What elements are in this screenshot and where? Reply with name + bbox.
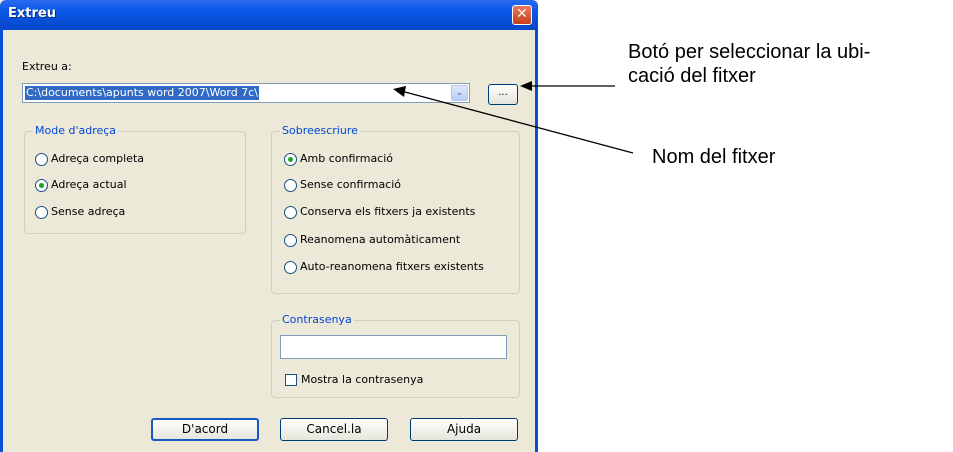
ok-button[interactable]: D'acord [151, 418, 259, 441]
chevron-down-icon: ⌄ [455, 88, 464, 98]
radio-button-icon [284, 206, 297, 219]
filename-annotation: Nom del fitxer [652, 146, 776, 168]
radio-label: Conserva els fitxers ja existents [300, 205, 476, 218]
radio-label: Adreça actual [51, 178, 127, 191]
window-frame-left [0, 30, 3, 452]
radio-dot-icon [288, 157, 293, 162]
close-button[interactable]: ✕ [512, 5, 532, 25]
extract-to-label: Extreu a: [22, 60, 72, 73]
dialog-title: Extreu [8, 6, 56, 21]
radio-button-selected-icon [284, 153, 297, 166]
radio-label: Sense confirmació [300, 178, 402, 191]
password-input[interactable] [280, 335, 507, 359]
cancel-button[interactable]: Cancel.la [280, 418, 388, 441]
browse-button[interactable]: ... [488, 84, 518, 105]
browse-annotation-line2: cació del fitxer [628, 65, 756, 87]
password-group: Contrasenya Mostra la contrasenya [271, 313, 520, 398]
radio-dot-icon [39, 183, 44, 188]
show-password-label: Mostra la contrasenya [301, 373, 424, 386]
checkbox-icon [285, 374, 297, 386]
title-bar[interactable]: Extreu ✕ [0, 0, 538, 30]
browse-annotation: Botó per seleccionar la ubi- cació del f… [628, 40, 870, 88]
destination-path-combo[interactable]: C:\documents\apunts word 2007\Word 7c\ ⌄ [22, 83, 470, 103]
extract-dialog: Extreu ✕ Extreu a: C:\documents\apunts w… [0, 0, 538, 452]
radio-button-icon [35, 153, 48, 166]
address-mode-legend: Mode d'adreça [33, 124, 119, 137]
dropdown-arrow-icon[interactable]: ⌄ [451, 85, 468, 101]
overwrite-legend: Sobreescriure [280, 124, 360, 137]
close-icon: ✕ [516, 6, 528, 22]
overwrite-group: Sobreescriure Amb confirmació Sense conf… [271, 124, 520, 294]
help-button[interactable]: Ajuda [410, 418, 518, 441]
radio-button-icon [284, 261, 297, 274]
radio-button-icon [284, 179, 297, 192]
radio-label: Amb confirmació [300, 152, 394, 165]
radio-button-icon [284, 234, 297, 247]
radio-button-icon [35, 206, 48, 219]
radio-button-selected-icon [35, 179, 48, 192]
address-mode-group: Mode d'adreça Adreça completa Adreça act… [24, 124, 246, 234]
radio-label: Adreça completa [51, 152, 145, 165]
radio-label: Sense adreça [51, 205, 126, 218]
password-legend: Contrasenya [280, 313, 354, 326]
window-frame-right [535, 30, 538, 452]
browse-annotation-line1: Botó per seleccionar la ubi- [628, 41, 871, 63]
destination-path-value[interactable]: C:\documents\apunts word 2007\Word 7c\ [25, 86, 259, 100]
radio-label: Auto-reanomena fitxers existents [300, 260, 484, 273]
radio-label: Reanomena automàticament [300, 233, 461, 246]
